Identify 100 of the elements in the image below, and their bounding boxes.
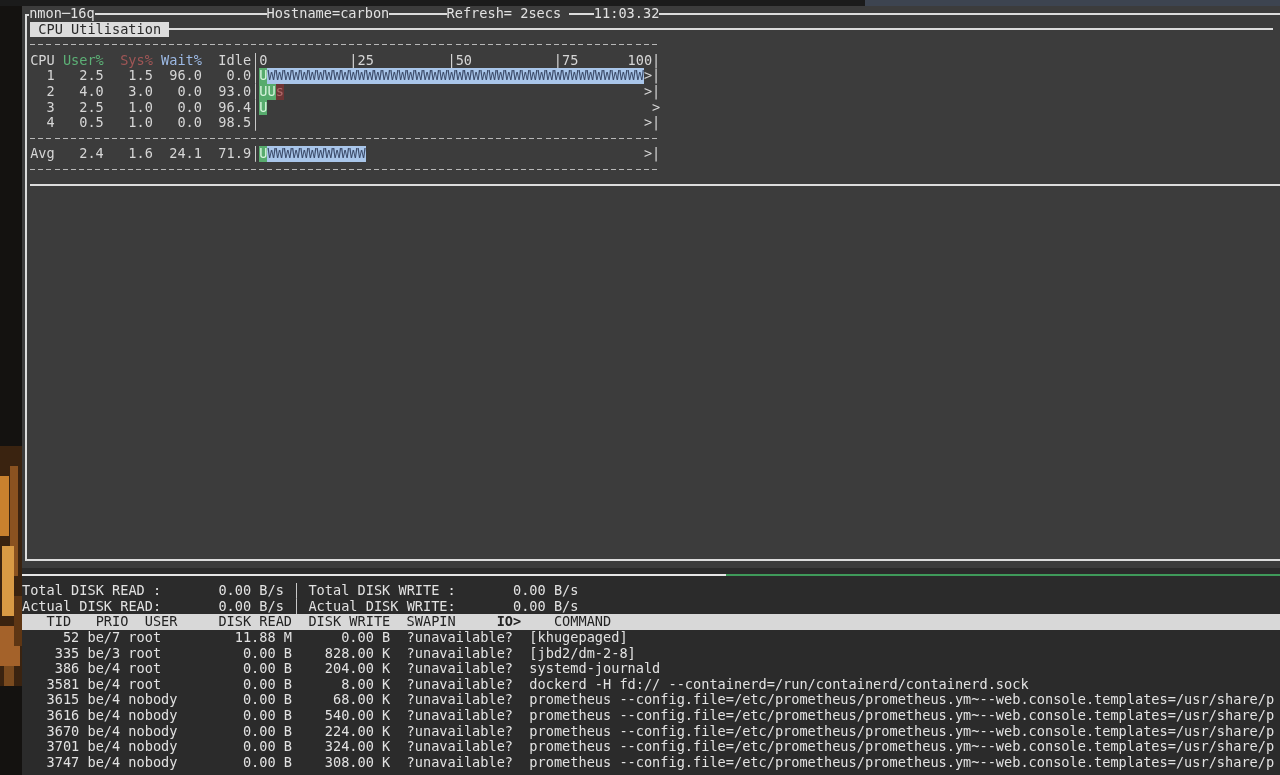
table-cell-text: be/4 bbox=[86, 707, 121, 724]
column-header: Idle bbox=[217, 52, 252, 69]
table-cell-text: 3701 bbox=[45, 739, 80, 755]
wait-bar-segment: WWWWWWWWWWWWWWWWWWWWWWWWWWWWWWWWWWWWWWWWWWWWWW bbox=[267, 68, 644, 84]
column-header: User% bbox=[61, 52, 104, 69]
table-cell-text: 4.0 bbox=[78, 83, 104, 100]
sys-bar-segment: s bbox=[275, 83, 284, 100]
table-cell-text: root bbox=[127, 629, 163, 646]
table-cell-text: ?unavailable? bbox=[405, 754, 513, 771]
table-cell-text: be/4 bbox=[86, 661, 121, 677]
disk-stat-label: Total DISK READ : bbox=[22, 583, 162, 599]
disk-stat-label: Actual DISK READ: bbox=[22, 598, 162, 615]
table-cell-text: 3747 bbox=[45, 754, 80, 771]
bar-end-marker: >| bbox=[643, 115, 661, 131]
table-cell-text: 386 bbox=[53, 661, 80, 677]
table-cell-text: be/4 bbox=[86, 692, 121, 708]
cpu-label: Avg bbox=[30, 146, 55, 162]
table-cell-text: 1.6 bbox=[127, 146, 153, 162]
cpu-label: 4 bbox=[45, 115, 55, 131]
table-cell-text: 828.00 K bbox=[323, 645, 391, 662]
table-cell-text: root bbox=[127, 661, 163, 677]
table-cell-text: 324.00 K bbox=[323, 739, 391, 755]
column-header: SWAPIN bbox=[405, 614, 457, 630]
column-header: Sys% bbox=[119, 52, 153, 69]
bar-end-marker: > bbox=[652, 99, 661, 116]
table-cell-text: 1.5 bbox=[128, 68, 153, 84]
table-cell-text: ?unavailable? bbox=[405, 645, 513, 662]
column-header: DISK WRITE bbox=[307, 614, 391, 630]
table-cell-text: 2.4 bbox=[78, 146, 104, 162]
table-cell-text: nobody bbox=[127, 707, 179, 724]
scale-label: |50 bbox=[447, 52, 474, 69]
column-header: IO> bbox=[496, 614, 523, 630]
user-bar-segment: U bbox=[259, 99, 268, 116]
table-cell-text: nobody bbox=[127, 692, 179, 708]
table-cell-text: dockerd -H fd:// --containerd=/run/containerd/containerd.sock bbox=[528, 676, 1030, 693]
table-cell-text: 1.0 bbox=[127, 99, 153, 116]
table-cell-text: be/4 bbox=[86, 754, 121, 771]
table-cell-text: prometheus --config.file=/etc/prometheus/prometheus.ym~--web.console.templates=/usr/share/p bbox=[528, 754, 1276, 771]
wait-bar-segment: WWWWWWWWWWWW bbox=[267, 146, 366, 162]
table-cell-text: 0.00 B bbox=[241, 645, 293, 662]
scale-label: |25 bbox=[349, 52, 375, 69]
table-cell-text: 96.0 bbox=[168, 68, 202, 84]
disk-stat-value: 0.00 B/s bbox=[217, 598, 284, 615]
table-cell-text: 52 bbox=[61, 629, 80, 646]
table-cell-text: be/7 bbox=[86, 629, 121, 646]
scale-label: |75 bbox=[553, 52, 580, 69]
table-cell-text: be/4 bbox=[86, 723, 121, 740]
table-cell-text: prometheus --config.file=/etc/prometheus/prometheus.ym~--web.console.templates=/usr/share/p bbox=[528, 707, 1276, 724]
bar-end-marker: >| bbox=[643, 146, 661, 162]
table-cell-text: be/4 bbox=[86, 676, 121, 693]
table-cell-text: 0.00 B bbox=[241, 707, 293, 724]
table-cell-text: 0.00 B bbox=[241, 754, 293, 771]
column-header: PRIO bbox=[94, 614, 129, 630]
column-header: USER bbox=[143, 614, 179, 630]
panel-title: CPU Utilisation bbox=[30, 21, 170, 38]
column-header: COMMAND bbox=[552, 614, 613, 630]
disk-stat-value: 0.00 B/s bbox=[217, 583, 284, 599]
table-cell-text: 0.00 B bbox=[241, 661, 293, 677]
table-cell-text: 335 bbox=[53, 645, 80, 662]
disk-stat-label: Actual DISK WRITE: bbox=[308, 598, 456, 615]
disk-stat-value: 0.00 B/s bbox=[512, 598, 579, 615]
table-cell-text: 0.5 bbox=[78, 115, 104, 131]
table-cell-text: 93.0 bbox=[217, 83, 252, 100]
scale-label: 0 bbox=[259, 52, 269, 69]
table-cell-text: 0.0 bbox=[176, 83, 202, 100]
table-cell-text: 96.4 bbox=[217, 99, 252, 116]
disk-stat-value: 0.00 B/s bbox=[512, 583, 579, 599]
column-header: TID bbox=[45, 614, 73, 630]
table-cell-text: 2.5 bbox=[78, 68, 104, 84]
table-cell-text: systemd-journald bbox=[528, 661, 662, 677]
table-cell-text: 2.5 bbox=[78, 99, 104, 116]
table-cell-text: root bbox=[127, 676, 163, 693]
table-cell-text: prometheus --config.file=/etc/prometheus/prometheus.ym~--web.console.templates=/usr/share/p bbox=[528, 739, 1276, 755]
table-cell-text: 3670 bbox=[45, 723, 80, 740]
scale-label: 100| bbox=[627, 52, 661, 69]
table-cell-text: 71.9 bbox=[217, 146, 252, 162]
table-cell-text: prometheus --config.file=/etc/prometheus/prometheus.ym~--web.console.templates=/usr/share/p bbox=[528, 723, 1276, 740]
table-cell-text: nobody bbox=[127, 739, 179, 755]
table-cell-text: 68.00 K bbox=[331, 692, 391, 708]
table-cell-text: [khugepaged] bbox=[528, 629, 629, 646]
table-cell-text: 24.1 bbox=[168, 146, 202, 162]
table-cell-text: ?unavailable? bbox=[405, 723, 513, 740]
app-title: nmon─16q bbox=[29, 6, 95, 22]
cpu-label: 2 bbox=[45, 83, 55, 100]
table-cell-text: ?unavailable? bbox=[405, 739, 513, 755]
table-cell-text: 11.88 M bbox=[233, 629, 293, 646]
table-cell-text: 0.00 B bbox=[241, 739, 293, 755]
table-cell-text: 3581 bbox=[45, 676, 80, 693]
table-cell-text: 224.00 K bbox=[323, 723, 391, 740]
table-cell-text: be/3 bbox=[86, 645, 121, 662]
table-cell-text: 0.00 B bbox=[340, 629, 391, 646]
table-cell-text: 540.00 K bbox=[323, 707, 391, 724]
table-cell-text: ?unavailable? bbox=[405, 629, 513, 646]
table-cell-text: nobody bbox=[127, 754, 179, 771]
table-cell-text: 8.00 K bbox=[340, 676, 391, 693]
cpu-label: 3 bbox=[45, 99, 55, 116]
table-cell-text: 0.0 bbox=[225, 68, 252, 84]
table-cell-text: 3.0 bbox=[127, 83, 153, 100]
table-cell-text: ?unavailable? bbox=[405, 692, 513, 708]
table-cell-text: 0.0 bbox=[176, 99, 202, 116]
